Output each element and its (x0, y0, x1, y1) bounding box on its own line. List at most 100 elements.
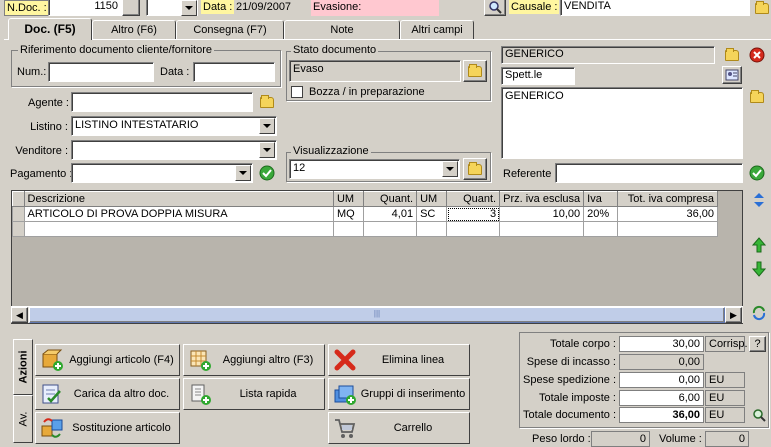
chevron-down-icon[interactable] (235, 165, 251, 181)
empty-cell[interactable] (446, 221, 501, 237)
tab-azioni[interactable]: Azioni (13, 339, 33, 395)
tab-note[interactable]: Note (284, 20, 400, 39)
col-quant2[interactable]: Quant. (446, 191, 501, 207)
grid-add-icon (190, 350, 211, 371)
venditore-label: Venditore : (15, 145, 68, 157)
referente-confirm-button[interactable] (747, 163, 767, 183)
stato-folder-button[interactable] (463, 60, 487, 82)
empty-cell[interactable] (499, 221, 585, 237)
spese-spedizione-value[interactable]: 0,00 (619, 372, 704, 388)
referente-field[interactable] (555, 163, 743, 183)
cell-descrizione[interactable]: ARTICOLO DI PROVA DOPPIA MISURA (23, 206, 334, 222)
cliente-name-field[interactable]: GENERICO (501, 46, 715, 64)
cell-quant2[interactable]: 3 (446, 206, 501, 222)
agente-field[interactable] (71, 92, 253, 112)
venditore-select[interactable] (71, 140, 277, 160)
search-button[interactable] (484, 0, 506, 16)
cliente-title-field[interactable]: Spett.le (501, 67, 575, 85)
chevron-down-icon[interactable] (442, 161, 458, 177)
tab-consegna[interactable]: Consegna (F7) (176, 20, 284, 39)
cliente-folder-button[interactable] (722, 45, 742, 65)
folder-icon (260, 94, 274, 108)
visualizzazione-select[interactable]: 12 (289, 159, 460, 179)
cell-prezzo[interactable]: 10,00 (499, 206, 585, 222)
cell-quant[interactable]: 4,01 (363, 206, 418, 222)
empty-cell[interactable] (332, 221, 365, 237)
elimina-linea-label: Elimina linea (381, 354, 445, 366)
ndoc-field[interactable]: 1150 (48, 0, 122, 16)
address-folder-button[interactable] (747, 87, 767, 107)
sostituzione-articolo-button[interactable]: Sostituzione articolo (35, 412, 180, 444)
empty-cell[interactable] (23, 221, 334, 237)
refresh-button[interactable] (749, 303, 769, 323)
bozza-checkbox[interactable] (291, 86, 303, 98)
carrello-button[interactable]: Carrello (328, 412, 470, 444)
stato-field[interactable]: Evaso (289, 60, 461, 82)
green-check-icon (749, 165, 765, 181)
table-row[interactable]: ARTICOLO DI PROVA DOPPIA MISURA MQ 4,01 … (12, 206, 719, 222)
help-button[interactable]: ? (749, 336, 766, 352)
tab-altri-campi[interactable]: Altri campi (400, 20, 474, 39)
totale-imposte-label: Totale imposte : (538, 392, 616, 404)
horizontal-scrollbar[interactable]: ◀ ||| ▶ (11, 306, 743, 323)
scroll-left-button[interactable]: ◀ (11, 307, 28, 323)
aggiungi-articolo-button[interactable]: Aggiungi articolo (F4) (35, 344, 180, 376)
table-row[interactable] (12, 221, 719, 237)
aggiungi-altro-button[interactable]: Aggiungi altro (F3) (183, 344, 325, 376)
row-selector[interactable] (12, 221, 25, 237)
listino-select[interactable]: LISTINO INTESTATARIO (71, 116, 277, 136)
move-down-button[interactable] (749, 259, 769, 279)
tab-av[interactable]: Av. (13, 395, 33, 443)
scroll-right-button[interactable]: ▶ (725, 307, 742, 323)
chevron-down-icon[interactable] (259, 142, 275, 158)
cell-iva[interactable]: 20% (583, 206, 618, 222)
col-um[interactable]: UM (332, 191, 365, 207)
cliente-clear-button[interactable] (747, 45, 767, 65)
chevron-down-icon[interactable] (181, 0, 197, 16)
col-descrizione[interactable]: Descrizione (23, 191, 334, 207)
ndoc-spin-button[interactable] (122, 0, 140, 16)
cliente-address-field[interactable]: GENERICO (501, 87, 743, 159)
sort-up-down-button[interactable] (749, 190, 769, 210)
empty-cell[interactable] (363, 221, 418, 237)
totals-zoom-button[interactable] (749, 405, 769, 425)
rif-data-field[interactable] (193, 62, 275, 82)
data-value[interactable]: 21/09/2007 (236, 1, 291, 13)
causale-field[interactable]: VENDITA (560, 0, 750, 16)
cliente-card-button[interactable] (722, 66, 742, 84)
totale-corpo-value: 30,00 (619, 336, 704, 352)
tab-altro[interactable]: Altro (F6) (92, 20, 176, 39)
volume-value: 0 (705, 431, 749, 447)
cell-um[interactable]: MQ (332, 206, 365, 222)
document-lines-grid[interactable]: Descrizione UM Quant. UM Quant. Prz. iva… (11, 190, 743, 324)
row-selector[interactable] (12, 206, 25, 222)
col-prezzo[interactable]: Prz. iva esclusa (499, 191, 585, 207)
col-iva[interactable]: Iva (583, 191, 618, 207)
pagamento-select[interactable] (71, 163, 253, 183)
cell-totale[interactable]: 36,00 (616, 206, 719, 222)
carica-altro-doc-button[interactable]: Carica da altro doc. (35, 378, 180, 410)
col-quant[interactable]: Quant. (363, 191, 418, 207)
scrollbar-thumb[interactable]: ||| (29, 307, 725, 323)
gruppi-inserimento-button[interactable]: Gruppi di inserimento (328, 378, 470, 410)
empty-cell[interactable] (416, 221, 448, 237)
totale-imposte-value: 6,00 (619, 390, 704, 406)
lista-rapida-button[interactable]: Lista rapida (183, 378, 325, 410)
empty-cell[interactable] (616, 221, 719, 237)
num-field[interactable] (48, 62, 154, 82)
cell-um2[interactable]: SC (416, 206, 448, 222)
folder-icon (468, 63, 482, 77)
agente-folder-button[interactable] (257, 92, 277, 112)
ndoc-label: N.Doc. : (4, 0, 50, 16)
elimina-linea-button[interactable]: Elimina linea (328, 344, 470, 376)
causale-folder-button[interactable] (752, 0, 771, 18)
empty-cell[interactable] (583, 221, 618, 237)
chevron-down-icon[interactable] (259, 118, 275, 134)
evasione-label[interactable]: Evasione: (311, 0, 439, 16)
pagamento-confirm-button[interactable] (257, 163, 277, 183)
col-totale[interactable]: Tot. iva compresa (616, 191, 719, 207)
move-up-button[interactable] (749, 235, 769, 255)
visualizzazione-folder-button[interactable] (463, 158, 487, 180)
tab-doc[interactable]: Doc. (F5) (8, 18, 92, 40)
col-um2[interactable]: UM (416, 191, 448, 207)
